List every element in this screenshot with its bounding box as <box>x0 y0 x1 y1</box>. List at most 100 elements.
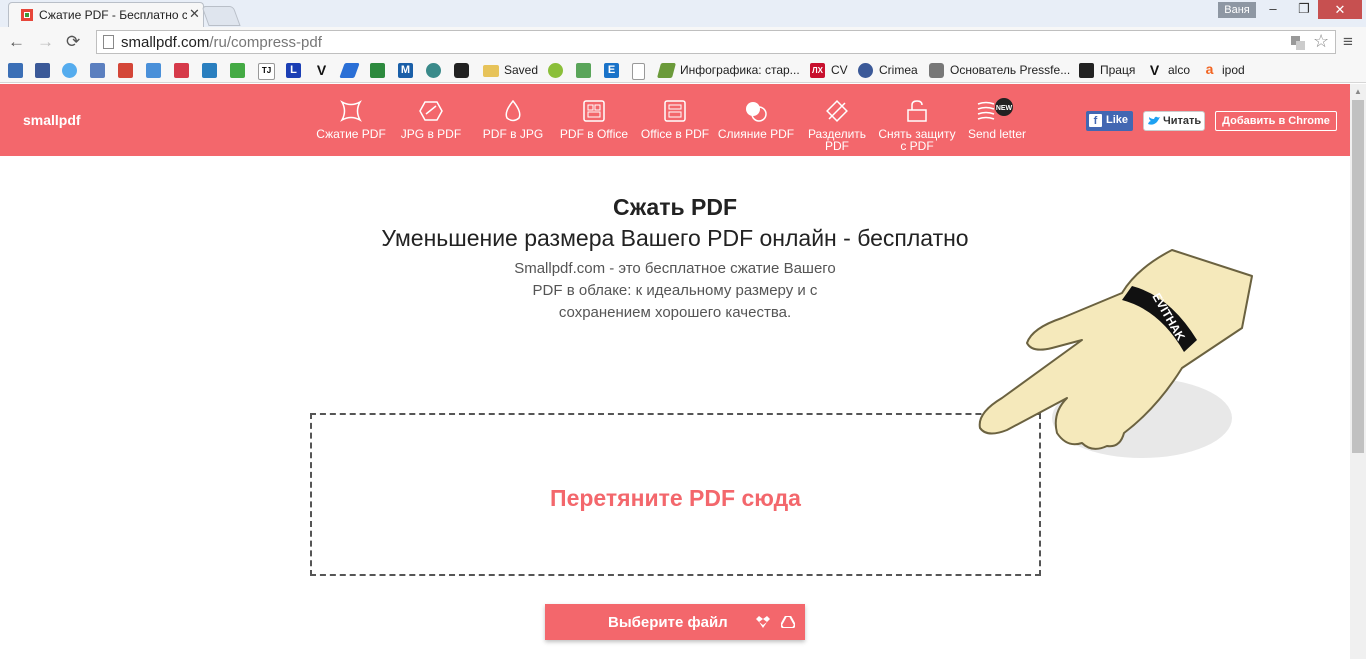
bookmark-bird-icon[interactable] <box>339 63 360 78</box>
bookmark-v-icon[interactable]: V <box>314 63 329 78</box>
bookmark-bars-icon[interactable] <box>370 63 385 78</box>
address-bar[interactable]: smallpdf.com/ru/compress-pdf ☆ <box>96 30 1336 54</box>
bookmark-puzzle-icon[interactable] <box>146 63 161 78</box>
new-badge: NEW <box>996 105 1013 112</box>
send-letter-icon: NEW <box>977 98 1013 120</box>
page-title: Сжать PDF <box>612 194 738 220</box>
pdf-drop-zone[interactable]: Перетяните PDF сюда <box>310 413 1041 576</box>
bookmark-scales-icon[interactable] <box>454 63 469 78</box>
bookmark-globe-icon[interactable] <box>426 63 441 78</box>
nav-pdf-to-office-label: PDF в Office <box>559 127 629 141</box>
facebook-like-label: Like <box>1106 114 1129 126</box>
twitter-follow-label: Читать <box>1163 115 1202 127</box>
site-header: smallpdf Сжатие PDF JPG в PDF PDF в JPG … <box>0 84 1350 156</box>
pdf-to-office-icon <box>583 100 605 122</box>
twitter-bird-icon <box>1148 116 1160 125</box>
alco-icon: V <box>1149 62 1160 78</box>
bookmark-e-icon[interactable]: E <box>604 63 619 78</box>
choose-file-button[interactable]: Выберите файл <box>545 604 805 640</box>
bookmark-target-icon[interactable] <box>174 63 189 78</box>
minimize-button[interactable]: – <box>1259 1 1287 19</box>
tab-title: Сжатие PDF - Бесплатно с <box>39 8 187 22</box>
bookmarks-bar: ТЈ L V M Saved E Инфографика: стар... ЛХ… <box>0 58 1366 83</box>
nav-unlock-label: Снять защиту с PDF <box>878 127 956 153</box>
merge-icon <box>746 102 767 122</box>
bookmark-facebook-icon[interactable] <box>35 63 50 78</box>
pressfeed-icon <box>929 63 944 78</box>
add-to-chrome-button[interactable]: Добавить в Chrome <box>1215 111 1337 131</box>
browser-tab[interactable]: Сжатие PDF - Бесплатно с ✕ <box>8 2 204 27</box>
nav-jpg-to-pdf[interactable]: JPG в PDF <box>398 84 464 156</box>
description-line: PDF в облаке: к идеальному размеру и с <box>532 282 818 299</box>
bookmark-crimea[interactable]: Crimea <box>879 63 918 77</box>
bookmark-gmail-icon[interactable] <box>118 63 133 78</box>
new-tab-button[interactable] <box>201 6 241 26</box>
bookmark-blog-icon[interactable] <box>8 63 23 78</box>
page-description: Smallpdf.com - это бесплатное сжатие Ваш… <box>475 258 875 324</box>
scroll-up-icon[interactable]: ▲ <box>1354 87 1362 96</box>
unlock-icon <box>907 100 927 122</box>
reload-button[interactable]: ⟳ <box>66 32 80 52</box>
back-button[interactable]: ← <box>8 32 25 52</box>
bookmark-mail-icon[interactable] <box>576 63 591 78</box>
ipod-icon: a <box>1205 61 1214 77</box>
facebook-like-button[interactable]: f Like <box>1086 111 1133 131</box>
nav-split[interactable]: Разделить PDF <box>804 84 870 156</box>
page-scrollbar[interactable]: ▲ <box>1350 84 1366 659</box>
tab-close-icon[interactable]: ✕ <box>189 6 200 22</box>
bookmark-l-icon[interactable]: L <box>286 63 301 78</box>
translate-icon[interactable] <box>1291 36 1305 50</box>
split-icon <box>826 100 848 122</box>
nav-pdf-to-jpg[interactable]: PDF в JPG <box>480 84 546 156</box>
infographic-icon <box>656 63 677 78</box>
bookmark-page-icon[interactable] <box>632 63 645 80</box>
bookmark-chart-icon[interactable] <box>202 63 217 78</box>
nav-merge-label: Слияние PDF <box>717 127 795 141</box>
tab-strip: Сжатие PDF - Бесплатно с ✕ Ваня – ❐ ✕ <box>0 0 1366 27</box>
window-close-button[interactable]: ✕ <box>1318 0 1362 19</box>
bookmark-star-icon[interactable]: ☆ <box>1313 31 1329 52</box>
bookmark-infographic[interactable]: Инфографика: стар... <box>680 63 800 77</box>
nav-merge[interactable]: Слияние PDF <box>716 84 796 156</box>
bookmark-link-icon[interactable] <box>90 63 105 78</box>
choose-file-label: Выберите файл <box>608 614 728 631</box>
nav-pdf-to-office[interactable]: PDF в Office <box>557 84 631 156</box>
twitter-follow-button[interactable]: Читать <box>1143 111 1205 131</box>
bookmark-green-icon[interactable] <box>230 63 245 78</box>
browser-toolbar: ← → ⟳ smallpdf.com/ru/compress-pdf ☆ ≡ <box>0 27 1366 58</box>
bookmark-tj-icon[interactable]: ТЈ <box>258 63 275 80</box>
nav-office-to-pdf[interactable]: Office в PDF <box>638 84 712 156</box>
nav-jpg-to-pdf-label: JPG в PDF <box>400 127 462 141</box>
nav-unlock[interactable]: Снять защиту с PDF <box>876 84 958 156</box>
nav-office-to-pdf-label: Office в PDF <box>640 127 710 141</box>
drop-zone-label: Перетяните PDF сюда <box>550 485 801 511</box>
nav-compress[interactable]: Сжатие PDF <box>316 84 386 156</box>
dropbox-icon[interactable] <box>756 616 770 628</box>
profile-button[interactable]: Ваня <box>1218 2 1256 18</box>
bookmark-cv[interactable]: CV <box>831 63 848 77</box>
jpg-to-pdf-icon <box>419 101 443 121</box>
bookmark-pracya[interactable]: Праця <box>1100 63 1135 77</box>
scrollbar-thumb[interactable] <box>1352 100 1364 453</box>
bookmark-saved[interactable]: Saved <box>504 63 538 77</box>
bookmark-ipod[interactable]: ipod <box>1222 63 1245 77</box>
smallpdf-favicon-icon <box>21 9 33 21</box>
restore-button[interactable]: ❐ <box>1290 1 1318 19</box>
cv-icon: ЛХ <box>810 63 825 78</box>
bookmark-alco[interactable]: alco <box>1168 63 1190 77</box>
bookmark-android-icon[interactable] <box>548 63 563 78</box>
url-text: smallpdf.com/ru/compress-pdf <box>121 34 322 51</box>
nav-send-letter[interactable]: NEW Send letter <box>962 84 1032 156</box>
pracya-icon <box>1079 63 1094 78</box>
bookmark-twitter-icon[interactable] <box>62 63 77 78</box>
bookmark-pressfeed[interactable]: Основатель Pressfe... <box>950 63 1070 77</box>
pointing-hand-illustration: EVITHAK <box>978 249 1253 458</box>
nav-split-label: Разделить PDF <box>807 127 867 153</box>
compress-icon <box>340 100 362 122</box>
chrome-menu-icon[interactable]: ≡ <box>1343 32 1353 52</box>
google-drive-icon[interactable] <box>781 616 795 628</box>
forward-button[interactable]: → <box>37 32 54 52</box>
facebook-icon: f <box>1089 114 1102 127</box>
bookmark-m-icon[interactable]: M <box>398 63 413 78</box>
site-logo[interactable]: smallpdf <box>23 112 81 128</box>
